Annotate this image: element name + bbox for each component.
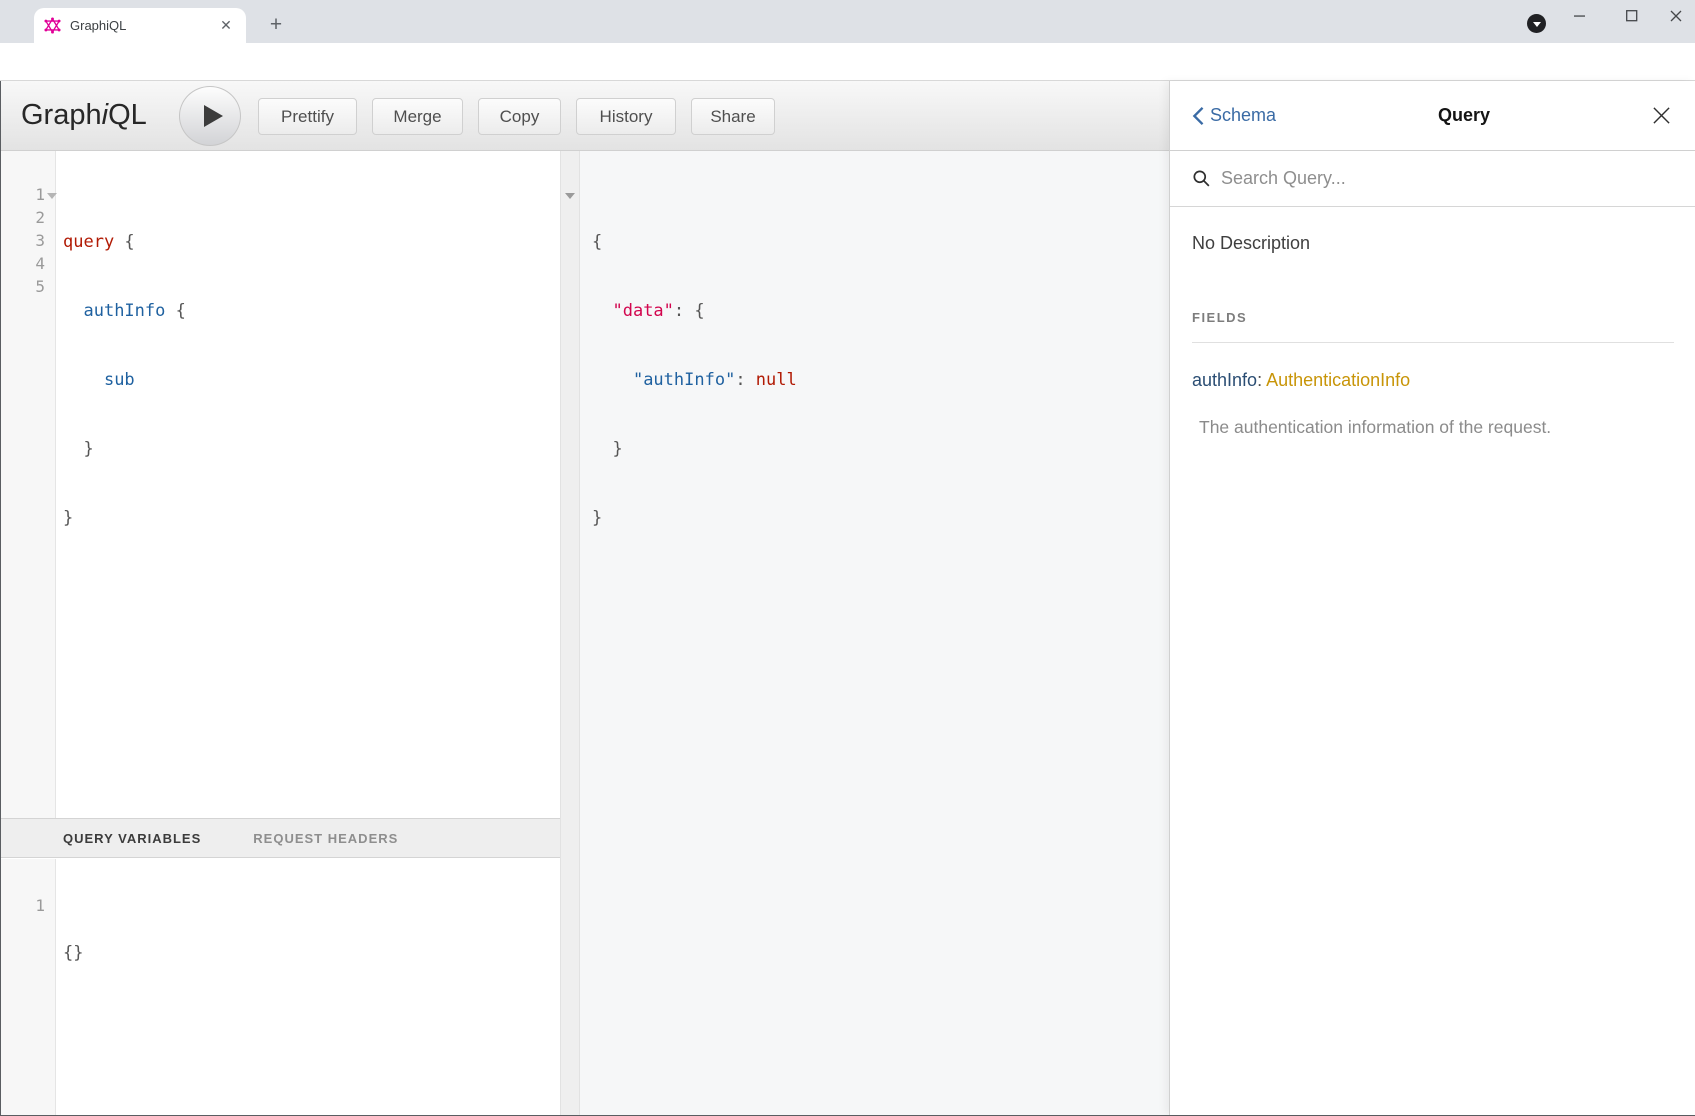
tab-request-headers[interactable]: REQUEST HEADERS xyxy=(253,831,398,846)
secondary-editor-tabs: QUERY VARIABLES REQUEST HEADERS xyxy=(1,818,560,858)
chevron-left-icon xyxy=(1190,106,1206,126)
play-icon xyxy=(204,105,223,127)
variables-line-number: 1 xyxy=(1,896,45,919)
doc-fields-heading: FIELDS xyxy=(1192,310,1247,325)
doc-field-name-link[interactable]: authInfo xyxy=(1192,370,1257,390)
window-close-button[interactable] xyxy=(1652,0,1695,31)
browser-tab[interactable]: GraphiQL ✕ xyxy=(34,8,246,43)
graphql-favicon-icon xyxy=(44,17,61,34)
doc-field-row: authInfo: AuthenticationInfo xyxy=(1192,370,1410,391)
query-line-numbers: 1 2 3 4 5 xyxy=(1,185,45,300)
variables-editor[interactable]: 1 {} xyxy=(1,859,560,1115)
doc-fields-divider xyxy=(1192,342,1674,343)
doc-field-type-link[interactable]: AuthenticationInfo xyxy=(1266,370,1410,390)
graphiql-logo: GraphiQL xyxy=(21,99,147,132)
variables-code: {} xyxy=(63,896,124,1011)
merge-button[interactable]: Merge xyxy=(372,98,463,135)
result-viewer: { "data": { "authInfo": null } } xyxy=(580,151,1169,1115)
tab-strip: GraphiQL ✕ + xyxy=(0,0,1695,43)
tab-search-button[interactable] xyxy=(1527,14,1546,33)
query-code: query { authInfo { sub } } xyxy=(63,185,186,576)
doc-explorer-header: Schema Query xyxy=(1170,81,1695,151)
address-bar: localhost:3000/graphql P Tp xyxy=(0,43,1695,81)
window-minimize-button[interactable] xyxy=(1556,0,1603,31)
search-icon xyxy=(1192,169,1211,188)
doc-search-input[interactable] xyxy=(1221,168,1641,189)
doc-explorer: Schema Query No Description FIELDS authI… xyxy=(1169,81,1695,1115)
window-maximize-button[interactable] xyxy=(1608,0,1655,31)
doc-no-description: No Description xyxy=(1192,233,1310,254)
tab-query-variables[interactable]: QUERY VARIABLES xyxy=(63,831,201,846)
query-editor[interactable]: 1 2 3 4 5 query { authInfo { sub } } xyxy=(1,151,560,818)
fold-caret-icon[interactable] xyxy=(47,193,57,199)
doc-close-button[interactable] xyxy=(1652,106,1671,125)
history-button[interactable]: History xyxy=(576,98,676,135)
doc-search-row xyxy=(1170,151,1695,207)
prettify-button[interactable]: Prettify xyxy=(258,98,357,135)
result-fold-caret-icon[interactable] xyxy=(565,193,575,199)
new-tab-button[interactable]: + xyxy=(262,11,290,39)
share-button[interactable]: Share xyxy=(691,98,775,135)
execute-query-button[interactable] xyxy=(179,86,241,146)
graphiql-toolbar: GraphiQL Prettify Merge Copy History Sha… xyxy=(1,81,1169,151)
copy-button[interactable]: Copy xyxy=(478,98,561,135)
result-fold-gutter xyxy=(560,151,580,1115)
tab-title: GraphiQL xyxy=(70,18,216,33)
doc-field-description: The authentication information of the re… xyxy=(1199,417,1551,438)
browser-window: GraphiQL ✕ + localhost:3000/graph xyxy=(0,0,1695,1116)
doc-back-button[interactable]: Schema xyxy=(1190,105,1276,126)
close-icon xyxy=(1652,106,1671,125)
result-json: { "data": { "authInfo": null } } xyxy=(592,185,797,576)
tab-close-icon[interactable]: ✕ xyxy=(216,16,236,36)
chevron-down-icon xyxy=(1533,22,1541,27)
doc-type-title: Query xyxy=(1276,105,1652,126)
